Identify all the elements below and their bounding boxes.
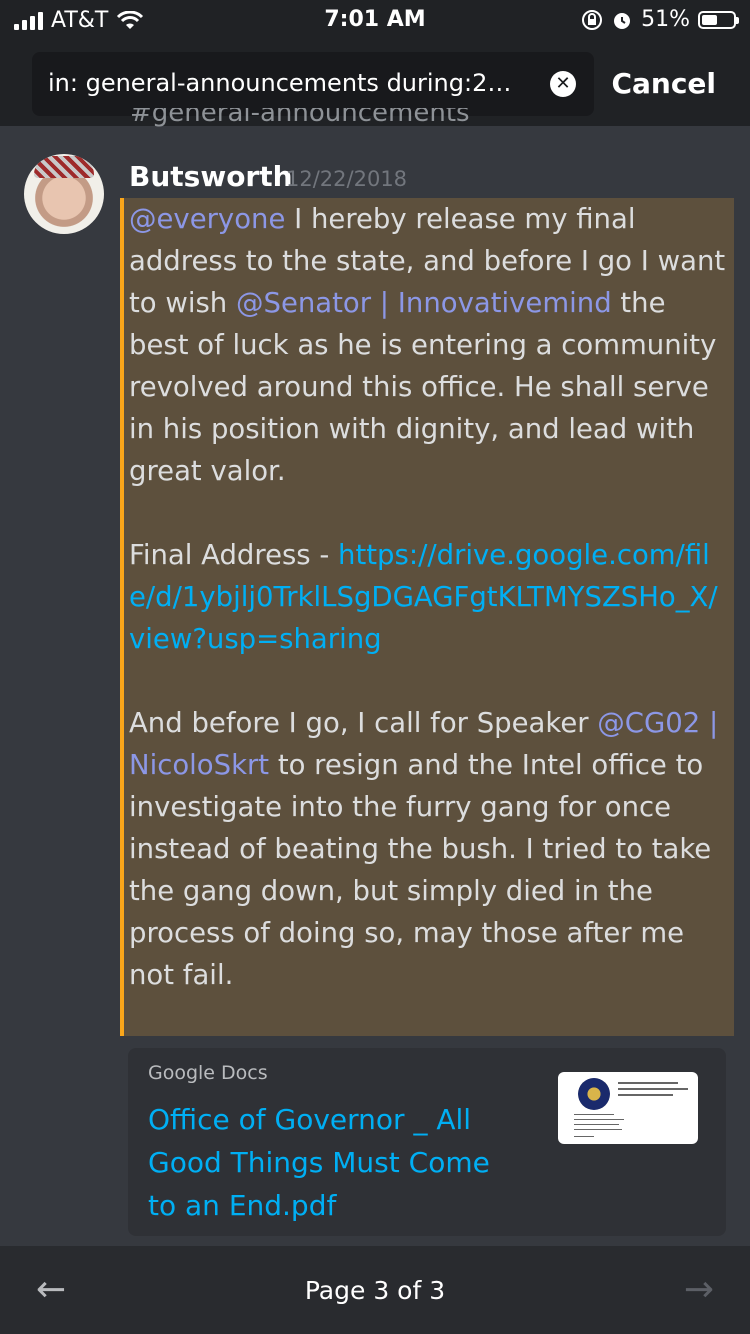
battery-icon [698, 10, 739, 29]
avatar[interactable] [24, 154, 104, 234]
clear-search-button[interactable]: ✕ [550, 71, 576, 97]
status-bar: AT&T 7:01 AM 51% [0, 0, 750, 40]
rotation-lock-icon [582, 9, 603, 30]
channel-name: #general-announcements [130, 108, 470, 128]
battery-percent: 51% [641, 7, 690, 32]
message-text: Final Address - [129, 539, 339, 571]
search-input[interactable]: in: general-announcements during:201... … [32, 52, 594, 116]
link-embed[interactable]: Google Docs Office of Governor _ All Goo… [128, 1048, 726, 1236]
message-content: @everyone I hereby release my final addr… [129, 198, 729, 996]
embed-title[interactable]: Office of Governor _ All Good Things Mus… [148, 1098, 508, 1227]
message-text: to resign and the Intel office to invest… [129, 749, 712, 991]
alarm-icon [614, 12, 631, 29]
message-paragraph: Final Address - https://drive.google.com… [129, 534, 729, 660]
message-timestamp: 12/22/2018 [286, 167, 408, 191]
mention-senator[interactable]: @Senator | Innovativemind [236, 287, 612, 319]
message-paragraph: @everyone I hereby release my final addr… [129, 198, 729, 492]
seal-icon [578, 1078, 610, 1110]
message-text: And before I go, I call for Speaker [129, 707, 598, 739]
embed-thumbnail[interactable] [558, 1072, 698, 1144]
next-page-button[interactable]: → [684, 1272, 714, 1308]
message-author[interactable]: Butsworth [129, 160, 293, 193]
cancel-button[interactable]: Cancel [611, 67, 716, 100]
search-query[interactable]: in: general-announcements during:201... [48, 69, 518, 97]
page-indicator: Page 3 of 3 [304, 1276, 446, 1305]
pagination-bar: ← Page 3 of 3 → [0, 1246, 750, 1334]
mention-everyone[interactable]: @everyone [129, 203, 285, 235]
arrow-right-icon: → [683, 1269, 714, 1310]
embed-provider: Google Docs [148, 1062, 268, 1084]
message-paragraph: And before I go, I call for Speaker @CG0… [129, 702, 729, 996]
status-right: 51% [581, 7, 739, 32]
